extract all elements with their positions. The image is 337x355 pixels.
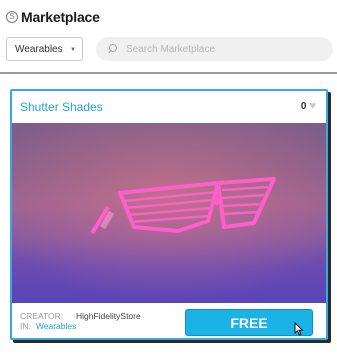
shutter-shades-illustration <box>12 123 326 303</box>
likes-count: 0 <box>300 100 307 112</box>
search-bar[interactable] <box>96 37 333 61</box>
item-card-header: Shutter Shades 0 ♥ <box>12 91 326 123</box>
item-card-footer: CREATOR: HighFidelityStore IN: Wearables… <box>12 303 326 338</box>
category-filter-select[interactable]: Wearables ▼ <box>6 37 83 61</box>
item-preview-image[interactable] <box>12 123 326 303</box>
category-label: IN: <box>20 321 31 331</box>
chevron-down-icon: ▼ <box>70 47 76 53</box>
search-icon <box>106 43 118 55</box>
category-row: IN: Wearables <box>20 321 141 331</box>
title-row: S Marketplace <box>6 9 100 25</box>
category-link[interactable]: Wearables <box>36 321 76 331</box>
item-meta: CREATOR: HighFidelityStore IN: Wearables <box>20 311 141 331</box>
page-title: Marketplace <box>21 9 100 25</box>
creator-name: HighFidelityStore <box>76 311 141 321</box>
creator-label: CREATOR: <box>20 311 64 321</box>
marketplace-header: S Marketplace Wearables ▼ <box>0 0 337 72</box>
header-divider <box>0 72 337 74</box>
likes-counter[interactable]: 0 ♥ <box>301 100 316 112</box>
category-filter-value: Wearables <box>15 43 63 55</box>
heart-icon[interactable]: ♥ <box>309 100 316 112</box>
coin-icon: S <box>6 11 18 23</box>
mouse-cursor-icon <box>294 322 304 336</box>
search-input[interactable] <box>126 43 326 55</box>
item-name-link[interactable]: Shutter Shades <box>20 100 103 114</box>
creator-row: CREATOR: HighFidelityStore <box>20 311 141 321</box>
item-card[interactable]: Shutter Shades 0 ♥ CREATOR: HighFidelity… <box>10 89 328 340</box>
